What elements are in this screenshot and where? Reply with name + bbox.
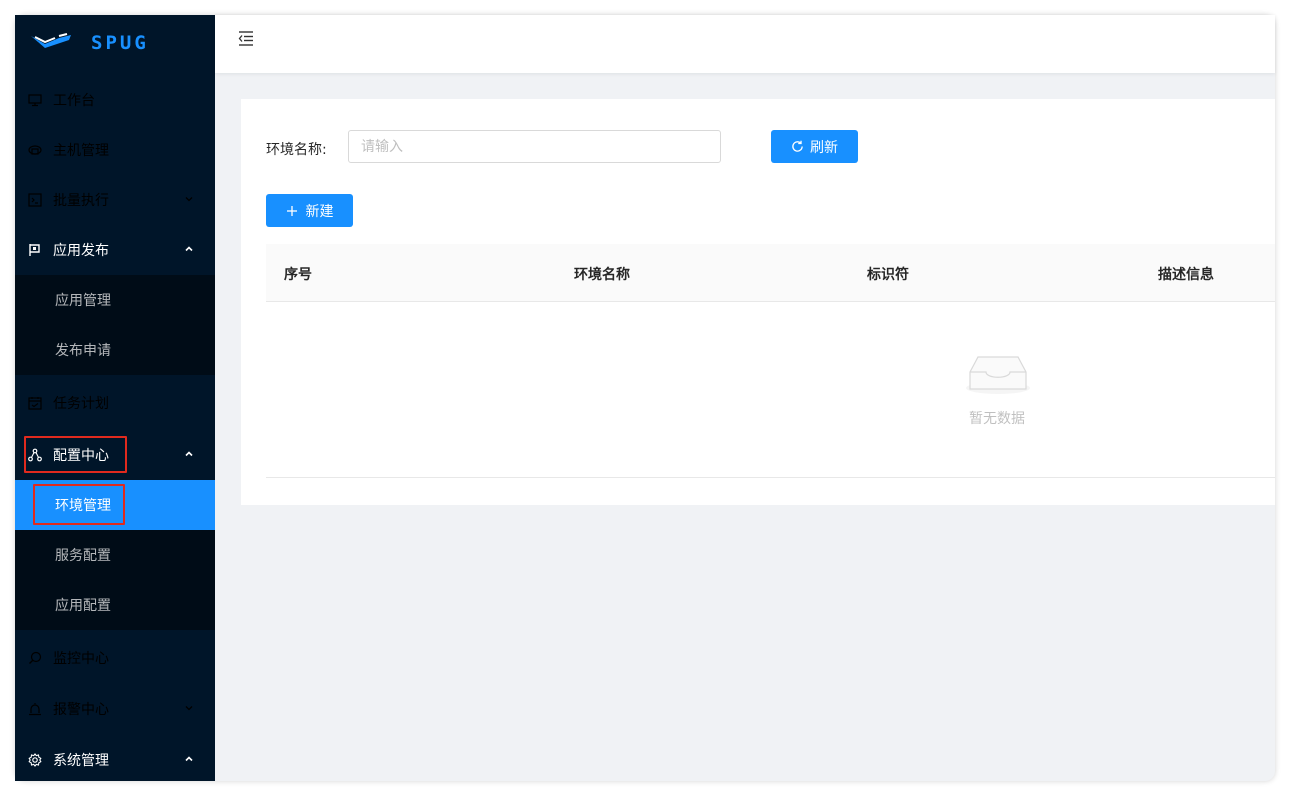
add-button-label: 新建 [305, 203, 334, 220]
sidebar-item-system[interactable]: 系统管理 [15, 735, 215, 785]
menu-fold-icon[interactable] [237, 29, 255, 47]
sidebar-item-label: 批量执行 [53, 193, 109, 209]
sidebar-subitem-config-env[interactable]: 环境管理 [15, 480, 215, 530]
table-bottom-divider [266, 477, 1275, 478]
sidebar-item-label: 应用发布 [53, 243, 109, 259]
sidebar-item-schedule[interactable]: 任务计划 [15, 378, 215, 428]
sidebar-item-label: 系统管理 [53, 753, 109, 769]
sidebar-item-label: 监控中心 [53, 651, 109, 667]
chevron-up-icon [183, 243, 195, 255]
top-header [215, 15, 1275, 73]
table-header: 序号 环境名称 标识符 描述信息 [266, 244, 1275, 302]
refresh-button[interactable]: 刷新 [771, 130, 858, 163]
sidebar-item-label: 报警中心 [53, 702, 109, 718]
sidebar-item-workbench[interactable]: 工作台 [15, 75, 215, 125]
column-header-index: 序号 [284, 267, 312, 283]
refresh-button-label: 刷新 [810, 139, 838, 156]
column-header-key: 标识符 [867, 267, 909, 283]
calendar-icon [27, 395, 43, 411]
sidebar-item-label: 配置中心 [53, 448, 109, 464]
search-label: 环境名称: [266, 142, 327, 158]
flag-icon [27, 242, 43, 258]
sidebar-item-monitor[interactable]: 监控中心 [15, 633, 215, 683]
column-header-desc: 描述信息 [1158, 267, 1214, 283]
sidebar-subitem-config-service[interactable]: 服务配置 [15, 530, 215, 580]
sidebar-subitem-deploy-app[interactable]: 应用管理 [15, 275, 215, 325]
sidebar-item-label: 任务计划 [53, 396, 109, 412]
env-name-search-input[interactable] [348, 130, 721, 163]
sidebar-item-label: 工作台 [53, 93, 95, 109]
chevron-up-icon [183, 753, 195, 765]
chevron-down-icon [183, 702, 195, 714]
reload-icon [791, 140, 804, 153]
sidebar-item-hosts[interactable]: 主机管理 [15, 125, 215, 175]
desktop-icon [27, 92, 43, 108]
sidebar-subitem-config-app[interactable]: 应用配置 [15, 580, 215, 630]
cloud-server-icon [27, 142, 43, 158]
chevron-up-icon [183, 448, 195, 460]
plus-icon [286, 205, 298, 217]
sidebar-item-alarm[interactable]: 报警中心 [15, 684, 215, 734]
setting-icon [27, 752, 43, 768]
monitor-search-icon [27, 650, 43, 666]
sidebar-item-batch[interactable]: 批量执行 [15, 175, 215, 225]
terminal-icon [27, 192, 43, 208]
column-header-env-name: 环境名称 [574, 267, 630, 283]
empty-text: 暂无数据 [969, 411, 1025, 427]
alert-icon [27, 701, 43, 717]
add-env-button[interactable]: 新建 [266, 194, 353, 227]
sidebar-item-config[interactable]: 配置中心 [15, 430, 215, 480]
sidebar-subitem-deploy-request[interactable]: 发布申请 [15, 325, 215, 375]
sidebar-item-label: 主机管理 [53, 143, 109, 159]
empty-inbox-icon [964, 352, 1034, 400]
sidebar-menu: 工作台 主机管理 批量执行 应用发布 应用管理 发布申请 任务计划 配置中心 环… [15, 15, 215, 781]
sidebar-item-deploy[interactable]: 应用发布 [15, 225, 215, 275]
chevron-down-icon [183, 193, 195, 205]
cluster-icon [27, 447, 43, 463]
